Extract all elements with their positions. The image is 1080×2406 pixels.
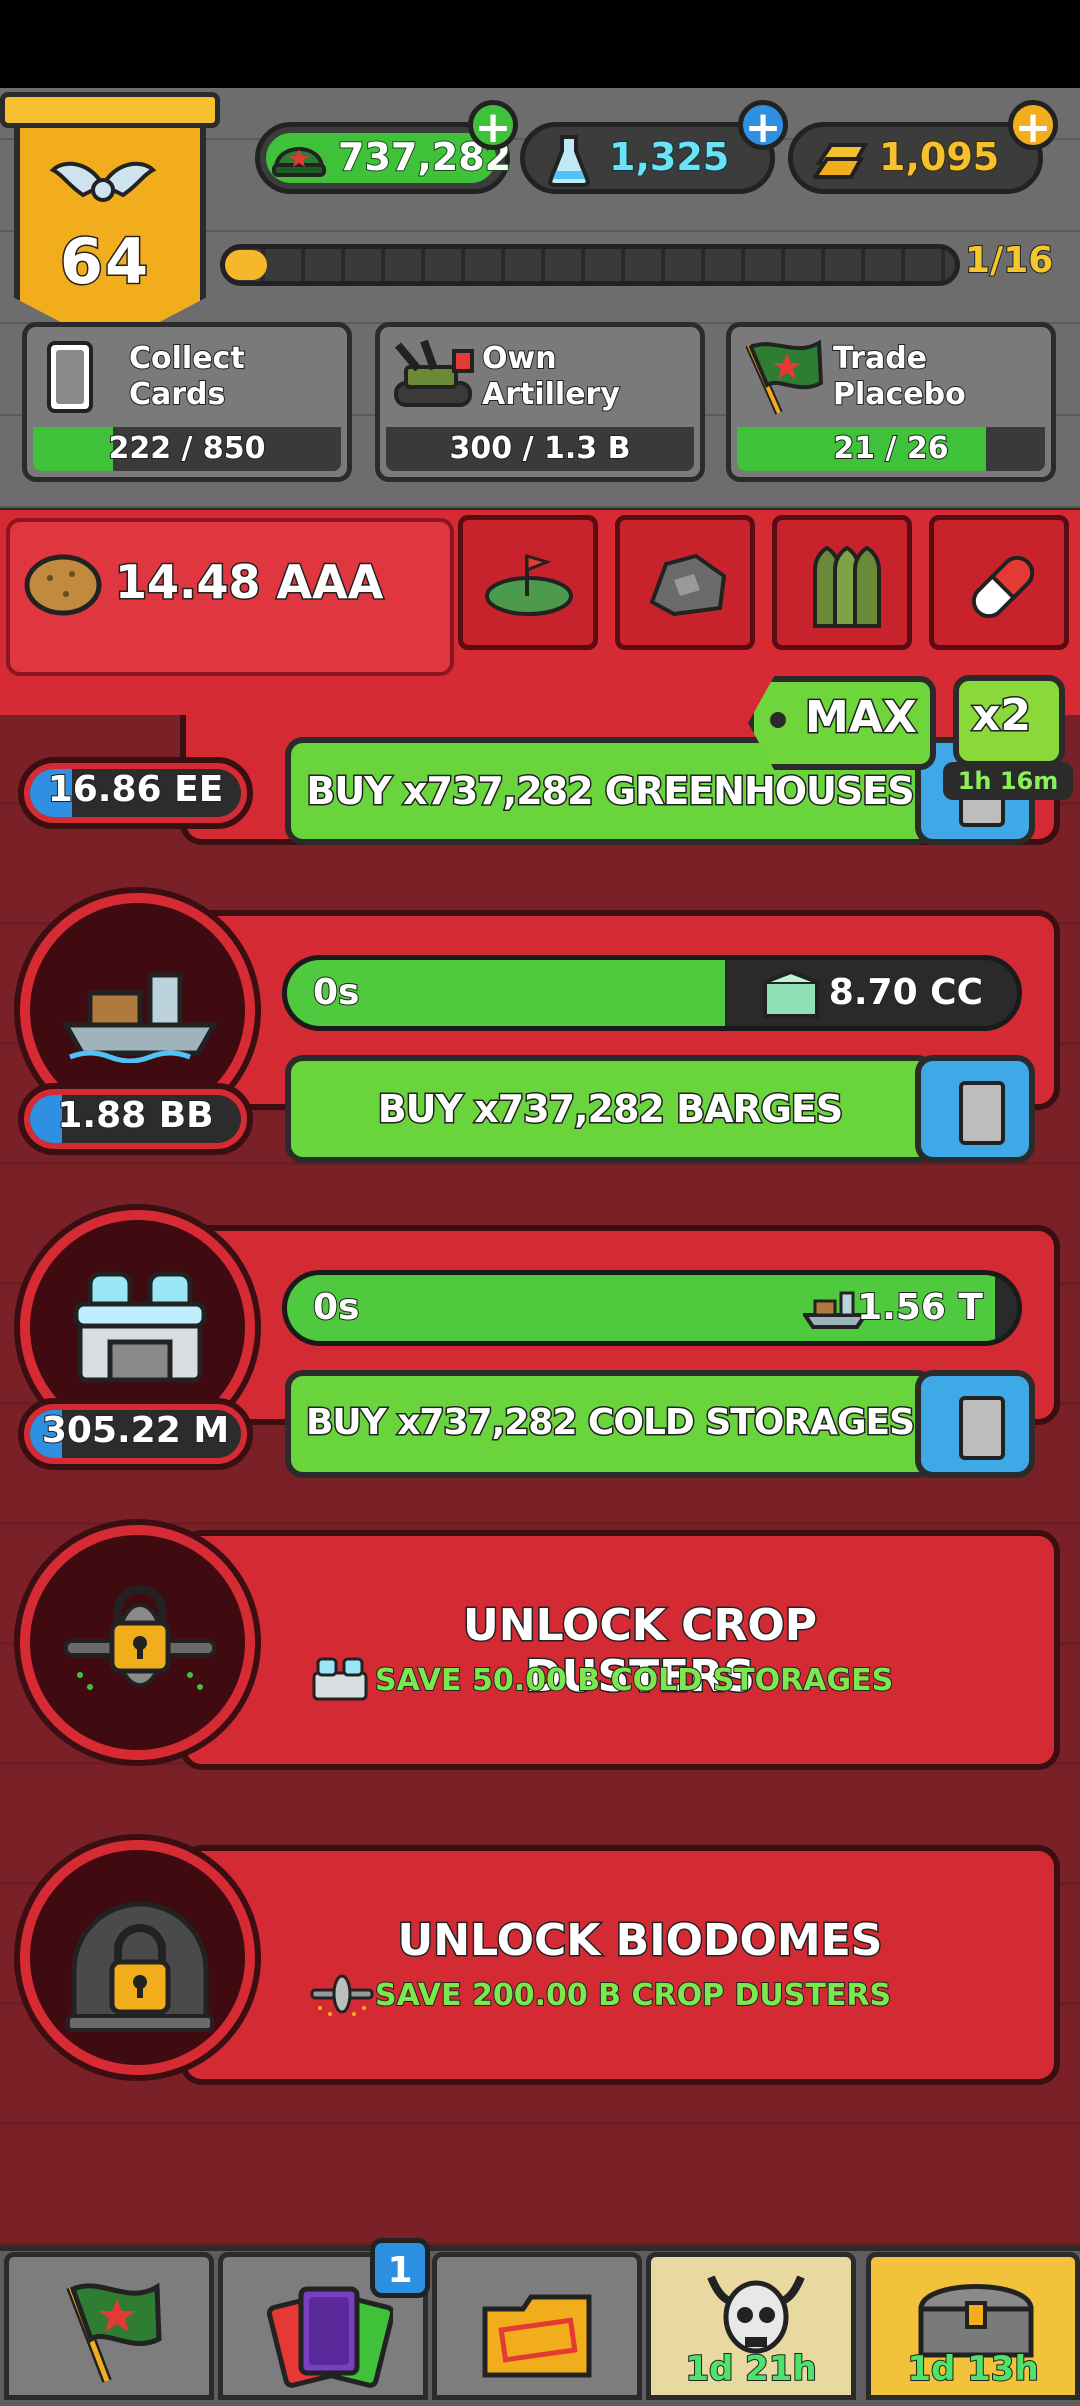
production-value: 8.70 CC (828, 971, 984, 1014)
gold-value: 1,095 (878, 134, 1000, 180)
mission-title: Trade Placebo (832, 340, 967, 413)
unit-list[interactable]: 16.86 EE BUY x737,282 GREENHOUSES 1.88 B… (0, 715, 1080, 2245)
mission-progress-text: 21 / 26 (832, 430, 949, 467)
banner-rod (0, 92, 220, 128)
pill-icon (971, 555, 1035, 619)
mission-progress-bar: 300 / 1.3 B (386, 427, 694, 471)
mission-title: Collect Cards (128, 340, 246, 413)
cold-storage-icon (73, 1271, 207, 1383)
mission-title: Own Artillery (481, 340, 621, 413)
player-level: 64 (58, 224, 151, 300)
nav-tab-event[interactable]: 1d 21h (646, 2252, 856, 2400)
farm-tab[interactable] (458, 515, 598, 650)
crop-duster-lock-icon (64, 1585, 216, 1690)
crop-duster-lock (20, 1525, 255, 1760)
biodome-lock (20, 1840, 255, 2075)
crop-duster-icon (310, 1974, 374, 2016)
unit-count-cold-storages: 305.22 M (18, 1398, 253, 1470)
cards-badge: 1 (370, 2238, 430, 2298)
ore-icon (649, 553, 727, 617)
production-value: 1.56 T (856, 1286, 984, 1329)
barges-card-button[interactable] (915, 1055, 1035, 1163)
greenhouse-icon (763, 970, 819, 1018)
ammo-icon (813, 545, 881, 628)
add-cash-button[interactable]: + (468, 100, 518, 151)
nav-tab-chest[interactable]: 1d 13h (866, 2252, 1080, 2400)
resource-amount: 14.48 AAA (113, 554, 384, 611)
flag-icon (66, 2282, 162, 2383)
mission-progress-bar: 21 / 26 (737, 427, 1045, 471)
x2-label: x2 (971, 689, 1033, 743)
buy-label: BUY x737,282 COLD STORAGES (304, 1401, 916, 1445)
ammo-tab[interactable] (772, 515, 912, 650)
unit-count-text: 305.22 M (41, 1409, 230, 1452)
science-pill[interactable]: 1,325 (520, 122, 775, 194)
artillery-icon (394, 339, 474, 407)
nav-tab-research[interactable] (432, 2252, 642, 2400)
production-time: 0s (312, 971, 361, 1014)
folder-icon (482, 2294, 592, 2378)
unit-count-text: 1.88 BB (56, 1094, 214, 1137)
gold-pill[interactable]: 1,095 (788, 122, 1043, 194)
barge-icon (61, 972, 219, 1063)
status-bar (0, 0, 1080, 88)
cold-storages-card-button[interactable] (915, 1370, 1035, 1478)
unit-count-barges: 1.88 BB (18, 1083, 253, 1155)
mission-collect-cards[interactable]: Collect Cards 222 / 850 (22, 322, 352, 482)
buy-cold-storages-button[interactable]: BUY x737,282 COLD STORAGES (285, 1370, 935, 1478)
xp-progress-text: 1/16 (964, 239, 1054, 282)
max-label: MAX (804, 691, 919, 745)
army-cap-icon (272, 147, 326, 177)
cold-storages-production-bar: 0s 1.56 T (282, 1270, 1022, 1346)
max-button-hole (770, 712, 786, 728)
mission-own-artillery[interactable]: Own Artillery 300 / 1.3 B (375, 322, 705, 482)
biodome-lock-icon (66, 1901, 214, 2032)
event-timer: 1d 21h (684, 2348, 817, 2390)
buy-barges-button[interactable]: BUY x737,282 BARGES (285, 1055, 935, 1163)
science-value: 1,325 (608, 134, 730, 180)
ore-tab[interactable] (615, 515, 755, 650)
card-icon (47, 341, 93, 413)
mission-progress-text: 300 / 1.3 B (449, 430, 632, 467)
nav-tab-missions[interactable] (4, 2252, 214, 2400)
chest-timer: 1d 13h (906, 2348, 1039, 2390)
level-banner[interactable] (14, 96, 206, 348)
xp-progress-fill (225, 250, 267, 280)
gold-bars-icon (813, 143, 869, 179)
production-time: 0s (312, 1286, 361, 1329)
unlock-requirement: SAVE 50.00 B COLD STORAGES (374, 1662, 894, 1699)
flask-icon (548, 135, 590, 187)
add-gold-button[interactable]: + (1008, 100, 1058, 151)
buy-label: BUY x737,282 BARGES (376, 1086, 845, 1133)
unlock-title: UNLOCK BIODOMES (396, 1914, 884, 1968)
barges-production-bar: 0s 8.70 CC (282, 955, 1022, 1031)
chest-icon (918, 2284, 1034, 2358)
unlock-requirement: SAVE 200.00 B CROP DUSTERS (374, 1977, 892, 2014)
cold-storage-icon (312, 1657, 368, 1701)
potato-icon (24, 554, 102, 616)
mission-progress-bar: 222 / 850 (33, 427, 341, 471)
cards-icon (266, 2286, 393, 2388)
pill-tab[interactable] (929, 515, 1069, 650)
xp-progress-bar (220, 244, 960, 286)
add-science-button[interactable]: + (738, 100, 788, 151)
buy-label: BUY x737,282 GREENHOUSES (305, 768, 916, 815)
mission-trade-placebo[interactable]: Trade Placebo 21 / 26 (726, 322, 1056, 482)
farm-land-icon (485, 553, 573, 616)
unit-count-greenhouses: 16.86 EE (18, 757, 253, 829)
wings-icon (49, 161, 157, 202)
mission-progress-text: 222 / 850 (107, 430, 266, 467)
boost-timer: 1h 16m (943, 762, 1073, 800)
unit-count-text: 16.86 EE (47, 768, 225, 811)
flag-icon (745, 339, 824, 415)
